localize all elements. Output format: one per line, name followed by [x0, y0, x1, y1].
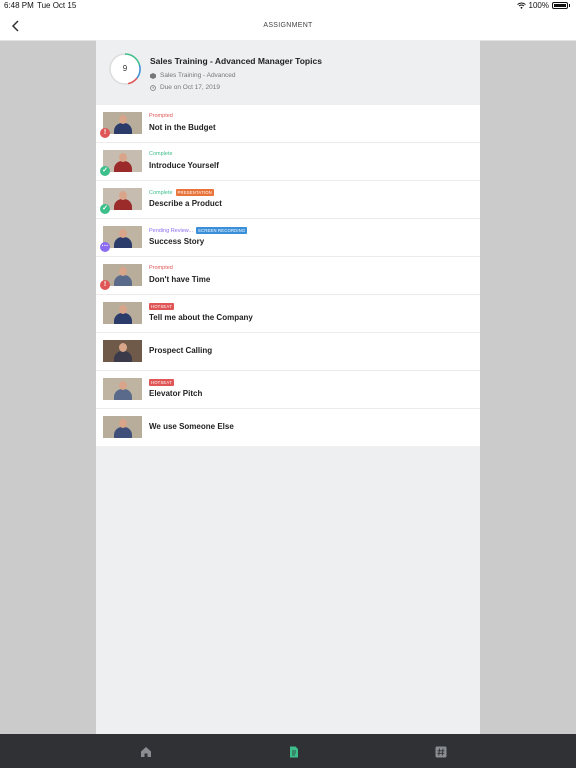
- status-label: Complete: [149, 189, 173, 196]
- check-icon: ✓: [100, 166, 110, 176]
- type-tag: HOTSEAT: [149, 303, 174, 310]
- hashtag-icon[interactable]: [435, 746, 447, 758]
- status-bar: 6:48 PM Tue Oct 15 100%: [0, 0, 576, 12]
- status-row: Complete PRESENTATION: [149, 189, 214, 196]
- document-icon[interactable]: [288, 746, 300, 758]
- status-row: HOTSEAT: [149, 303, 174, 310]
- module-name: Not in the Budget: [149, 123, 216, 132]
- status-row: Prompted: [149, 113, 173, 119]
- type-tag: HOTSEAT: [149, 379, 174, 386]
- module-name: Don't have Time: [149, 275, 211, 284]
- assignment-title: Sales Training - Advanced Manager Topics: [150, 56, 322, 66]
- assignment-panel: 9 Sales Training - Advanced Manager Topi…: [96, 40, 480, 734]
- status-label: Prompted: [149, 113, 173, 119]
- battery-icon: [552, 2, 568, 9]
- category-label: Sales Training - Advanced: [160, 72, 236, 79]
- status-row: Complete: [149, 151, 173, 157]
- page-title: ASSIGNMENT: [263, 22, 313, 29]
- type-tag: PRESENTATION: [175, 189, 214, 196]
- tab-bar: [0, 734, 576, 768]
- status-label: Complete: [149, 151, 173, 157]
- wifi-icon: [516, 2, 526, 9]
- module-name: Prospect Calling: [149, 346, 213, 355]
- module-row[interactable]: Prospect Calling: [96, 333, 480, 371]
- module-name: Tell me about the Company: [149, 313, 253, 322]
- module-list: ! Prompted Not in the Budget ✓ Complete Intr…: [96, 105, 480, 446]
- module-row[interactable]: ! Prompted Not in the Budget: [96, 105, 480, 143]
- status-row: Prompted: [149, 265, 173, 271]
- video-thumbnail: [103, 302, 142, 324]
- module-row[interactable]: ✓ Complete PRESENTATION Describe a Product: [96, 181, 480, 219]
- check-icon: ✓: [100, 204, 110, 214]
- module-row[interactable]: We use Someone Else: [96, 409, 480, 446]
- type-tag: SCREEN RECORDING: [196, 227, 248, 234]
- alert-icon: !: [100, 280, 110, 290]
- alert-icon: !: [100, 128, 110, 138]
- video-thumbnail: [103, 340, 142, 362]
- more-icon: ···: [100, 242, 110, 252]
- progress-count: 9: [122, 64, 128, 73]
- cube-icon: [150, 72, 156, 79]
- status-label: Prompted: [149, 265, 173, 271]
- home-icon[interactable]: [140, 746, 152, 758]
- module-name: Introduce Yourself: [149, 161, 219, 170]
- module-row[interactable]: HOTSEAT Tell me about the Company: [96, 295, 480, 333]
- module-name: Elevator Pitch: [149, 389, 203, 398]
- module-row[interactable]: ! Prompted Don't have Time: [96, 257, 480, 295]
- nav-bar: ASSIGNMENT: [0, 12, 576, 41]
- battery-percent: 100%: [528, 1, 549, 10]
- video-thumbnail: [103, 416, 142, 438]
- status-time: 6:48 PM: [4, 1, 34, 10]
- status-row: HOTSEAT: [149, 379, 174, 386]
- module-name: We use Someone Else: [149, 422, 234, 431]
- clock-icon: [150, 84, 156, 91]
- module-name: Success Story: [149, 237, 205, 246]
- module-row[interactable]: ··· Pending Review... SCREEN RECORDING Succ…: [96, 219, 480, 257]
- module-row[interactable]: ✓ Complete Introduce Yourself: [96, 143, 480, 181]
- status-right: 100%: [516, 1, 570, 10]
- module-row[interactable]: HOTSEAT Elevator Pitch: [96, 371, 480, 409]
- module-name: Describe a Product: [149, 199, 222, 208]
- status-row: Pending Review... SCREEN RECORDING: [149, 227, 248, 234]
- assignment-due: Due on Oct 17, 2019: [150, 84, 220, 91]
- assignment-header: 9 Sales Training - Advanced Manager Topi…: [96, 40, 480, 104]
- status-label: Pending Review...: [149, 227, 194, 234]
- status-date: Tue Oct 15: [37, 1, 77, 10]
- due-label: Due on Oct 17, 2019: [160, 84, 220, 91]
- video-thumbnail: [103, 378, 142, 400]
- assignment-category: Sales Training - Advanced: [150, 72, 236, 79]
